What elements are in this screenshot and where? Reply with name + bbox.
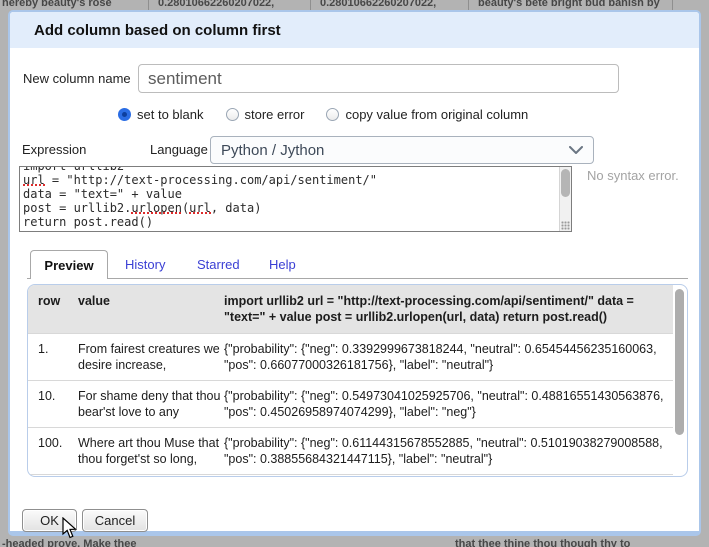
tab-help[interactable]: Help	[269, 257, 296, 272]
table-row: 10. For shame deny that thou bear'st lov…	[28, 380, 673, 427]
add-column-dialog: Add column based on column first New col…	[8, 10, 701, 536]
resize-grip-icon[interactable]	[561, 221, 570, 230]
dialog-title: Add column based on column first	[34, 22, 281, 39]
column-divider	[672, 0, 673, 10]
cell-row-index: 10.	[38, 388, 78, 420]
table-row: 1. From fairest creatures we desire incr…	[28, 333, 673, 380]
header-expression: import urllib2 url = "http://text-proces…	[224, 293, 667, 325]
scrollbar-thumb[interactable]	[675, 289, 684, 435]
preview-scrollbar[interactable]	[675, 288, 685, 474]
tabbar-divider	[27, 278, 688, 279]
radio-label[interactable]: set to blank	[137, 107, 204, 122]
preview-table: row value import urllib2 url = "http://t…	[28, 285, 673, 477]
scrollbar-thumb[interactable]	[561, 169, 570, 197]
cell-row-index: 1.	[38, 341, 78, 373]
new-column-name-input[interactable]	[138, 64, 619, 93]
expression-label: Expression	[22, 142, 86, 157]
header-row: row	[38, 293, 78, 325]
spellcheck-underline	[131, 212, 181, 214]
cell-value: From fairest creatures we desire increas…	[78, 341, 224, 373]
table-row: 101. O truant Muse what {"probability": …	[28, 474, 673, 477]
dialog-header: Add column based on column first	[10, 12, 699, 48]
column-divider	[468, 0, 469, 10]
bg-cell: hereby beauty's rose	[2, 0, 112, 9]
bg-cell: that thee thine thou though thy to	[455, 538, 630, 547]
cancel-button[interactable]: Cancel	[82, 509, 148, 532]
radio-label[interactable]: copy value from original column	[345, 107, 528, 122]
mouse-cursor-icon	[62, 517, 77, 539]
column-divider	[148, 0, 149, 10]
cell-value: For shame deny that thou bear'st love to…	[78, 388, 224, 420]
tab-starred[interactable]: Starred	[197, 257, 240, 272]
spellcheck-underline	[189, 212, 211, 214]
radio-store-error[interactable]	[226, 108, 239, 121]
language-select[interactable]: Python / Jython	[210, 136, 594, 164]
bg-cell: 0.28010662260207022,	[158, 0, 274, 9]
new-column-name-label: New column name	[23, 71, 131, 86]
expression-editor[interactable]: import urllib2 url = "http://text-proces…	[19, 166, 572, 232]
cell-value: Where art thou Muse that thou forget'st …	[78, 435, 224, 467]
preview-panel: row value import urllib2 url = "http://t…	[27, 284, 688, 477]
tab-preview[interactable]: Preview	[30, 250, 108, 279]
bg-cell: -headed prove, Make thee	[2, 538, 137, 547]
cell-result: {"probability": {"neg": 0.61144315678552…	[224, 435, 667, 467]
background-table-bottom: -headed prove, Make thee that thee thine…	[0, 537, 709, 547]
bg-cell: beauty's bete bright bud banish by	[478, 0, 660, 9]
radio-set-to-blank[interactable]	[118, 108, 131, 121]
cell-row-index: 100.	[38, 435, 78, 467]
background-table-top: hereby beauty's rose 0.28010662260207022…	[0, 0, 709, 10]
column-divider	[310, 0, 311, 10]
spellcheck-underline	[23, 184, 45, 186]
expression-code: import urllib2 url = "http://text-proces…	[23, 166, 557, 229]
bg-cell: 0.28010662260207022,	[320, 0, 436, 9]
chevron-down-icon	[569, 142, 583, 159]
table-row: 100. Where art thou Muse that thou forge…	[28, 427, 673, 474]
radio-label[interactable]: store error	[245, 107, 305, 122]
language-label: Language	[150, 142, 208, 157]
header-value: value	[78, 293, 224, 325]
syntax-status: No syntax error.	[587, 168, 679, 183]
table-header-row: row value import urllib2 url = "http://t…	[28, 285, 673, 333]
tab-history[interactable]: History	[125, 257, 165, 272]
cell-result: {"probability": {"neg": 0.54973041025925…	[224, 388, 667, 420]
language-selected-value: Python / Jython	[221, 142, 324, 159]
cell-result: {"probability": {"neg": 0.33929996738182…	[224, 341, 667, 373]
on-error-options: set to blank store error copy value from…	[118, 107, 544, 122]
radio-copy-value[interactable]	[326, 108, 339, 121]
